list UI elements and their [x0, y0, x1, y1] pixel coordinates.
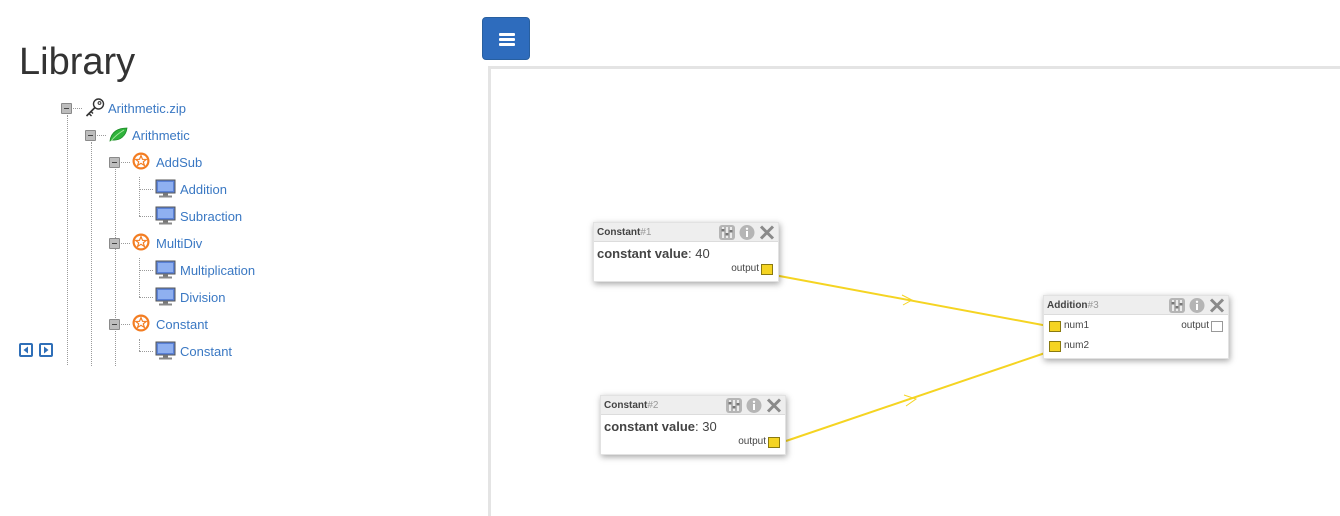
settings-sliders-icon[interactable] — [725, 397, 743, 414]
tree-item-arithmetic[interactable]: Arithmetic — [132, 128, 190, 144]
module-header[interactable]: Constant#1 — [594, 223, 778, 242]
tree-item-addition[interactable]: Addition — [180, 182, 227, 198]
tree-item-addsub[interactable]: AddSub — [156, 155, 202, 171]
tree-branch-line — [97, 135, 106, 136]
constant-value-field: constant value: 40 — [597, 246, 710, 261]
module-name: Constant — [597, 227, 641, 238]
output-port-label: output — [731, 263, 759, 274]
menu-button[interactable] — [482, 17, 530, 60]
module-id: #2 — [647, 400, 659, 411]
collapse-toggle-addsub[interactable] — [109, 157, 120, 168]
library-tree: Arithmetic.zip Arithmetic AddSub Additio… — [0, 0, 480, 380]
tree-branch-line — [73, 108, 82, 109]
tree-branch-line — [139, 297, 153, 298]
tree-branch-line — [139, 351, 153, 352]
tree-item-arithmetic-zip[interactable]: Arithmetic.zip — [108, 101, 186, 117]
collapse-toggle-arithmetic[interactable] — [85, 130, 96, 141]
module-name: Constant — [604, 400, 648, 411]
input-port-label: num2 — [1064, 340, 1090, 351]
module-constant-2[interactable]: Constant#2 constant value: 30 output — [600, 395, 786, 455]
arrow-right-icon[interactable] — [39, 343, 53, 357]
tree-guide-line — [139, 339, 140, 351]
input-port-num2[interactable] — [1049, 341, 1061, 352]
monitor-icon — [155, 179, 176, 199]
module-addition-3[interactable]: Addition#3 num1 output num2 — [1043, 295, 1229, 359]
module-header[interactable]: Addition#3 — [1044, 296, 1228, 315]
settings-sliders-icon[interactable] — [1168, 297, 1186, 314]
constant-value[interactable]: 30 — [702, 419, 716, 434]
close-icon[interactable] — [1208, 297, 1226, 314]
collapse-toggle-multidiv[interactable] — [109, 238, 120, 249]
key-icon — [84, 97, 105, 117]
tree-guide-line — [139, 177, 140, 216]
monitor-icon — [155, 206, 176, 226]
module-id: #3 — [1087, 300, 1099, 311]
star-badge-icon — [131, 232, 151, 252]
tree-branch-line — [121, 162, 130, 163]
constant-value-label: constant value — [597, 246, 689, 261]
close-icon[interactable] — [765, 397, 783, 414]
input-port-label: num1 — [1064, 320, 1090, 331]
output-port[interactable] — [761, 264, 773, 275]
tree-guide-line — [139, 258, 140, 297]
module-id: #1 — [640, 227, 652, 238]
leaf-icon — [108, 125, 128, 145]
constant-value-field: constant value: 30 — [604, 419, 717, 434]
info-icon[interactable] — [745, 397, 763, 414]
constant-value-label: constant value — [604, 419, 696, 434]
module-name: Addition — [1047, 300, 1088, 311]
module-constant-1[interactable]: Constant#1 constant value: 40 output — [593, 222, 779, 282]
monitor-icon — [155, 260, 176, 280]
collapse-toggle-constant[interactable] — [109, 319, 120, 330]
tree-branch-line — [139, 270, 153, 271]
star-badge-icon — [131, 151, 151, 171]
input-port-num1[interactable] — [1049, 321, 1061, 332]
star-badge-icon — [131, 313, 151, 333]
tree-guide-line — [91, 142, 92, 366]
monitor-icon — [155, 287, 176, 307]
constant-value[interactable]: 40 — [695, 246, 709, 261]
module-header[interactable]: Constant#2 — [601, 396, 785, 415]
output-port-label: output — [738, 436, 766, 447]
monitor-icon — [155, 341, 176, 361]
info-icon[interactable] — [738, 224, 756, 241]
tree-branch-line — [139, 216, 153, 217]
tree-item-constant-group[interactable]: Constant — [156, 317, 208, 333]
close-icon[interactable] — [758, 224, 776, 241]
tree-guide-line — [67, 115, 68, 365]
collapse-toggle-arithmetic-zip[interactable] — [61, 103, 72, 114]
output-port[interactable] — [1211, 321, 1223, 332]
arrow-left-icon[interactable] — [19, 343, 33, 357]
tree-item-division[interactable]: Division — [180, 290, 226, 306]
tree-item-multidiv[interactable]: MultiDiv — [156, 236, 202, 252]
output-port-label: output — [1181, 320, 1209, 331]
settings-sliders-icon[interactable] — [718, 224, 736, 241]
output-port[interactable] — [768, 437, 780, 448]
tree-item-multiplication[interactable]: Multiplication — [180, 263, 255, 279]
tree-item-constant[interactable]: Constant — [180, 344, 232, 360]
tree-item-subraction[interactable]: Subraction — [180, 209, 242, 225]
tree-branch-line — [139, 189, 153, 190]
tree-branch-line — [121, 243, 130, 244]
tree-guide-line — [115, 169, 116, 366]
info-icon[interactable] — [1188, 297, 1206, 314]
tree-branch-line — [121, 324, 130, 325]
